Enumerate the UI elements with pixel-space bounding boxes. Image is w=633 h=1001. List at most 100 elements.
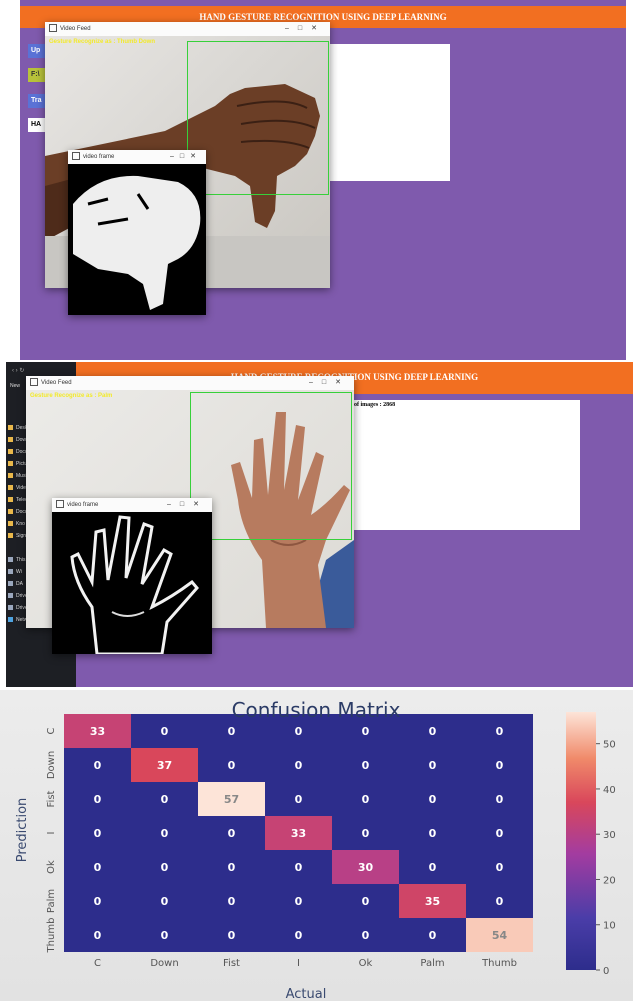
cell-value-label: 0	[429, 759, 437, 772]
colorbar-tick-label: 30	[603, 830, 616, 841]
cell-value-label: 0	[295, 895, 303, 908]
cell-value-label: 0	[94, 861, 102, 874]
window-controls[interactable]: –□✕	[285, 22, 326, 36]
window-controls[interactable]: –□✕	[309, 376, 350, 390]
y-tick-label: I	[46, 832, 57, 835]
cell-value-label: 0	[362, 793, 370, 806]
x-tick-label: Thumb	[481, 958, 517, 969]
window-title: video frame	[67, 502, 99, 508]
x-tick-label: Palm	[420, 958, 444, 969]
gesture-result-overlay: Gesture Recognize as : Palm	[30, 393, 113, 399]
window-title: Video Feed	[60, 26, 91, 32]
colorbar-tick-label: 40	[603, 785, 616, 796]
cell-value-label: 33	[90, 725, 105, 738]
y-tick-label: Thumb	[46, 918, 57, 954]
cell-value-label: 30	[358, 861, 374, 874]
cell-value-label: 0	[362, 929, 370, 942]
cell-value-label: 0	[496, 793, 504, 806]
video-frame-window[interactable]: video frame –□✕	[52, 498, 212, 654]
y-axis-label: Prediction	[15, 798, 30, 863]
cell-value-label: 37	[157, 759, 172, 772]
window-titlebar[interactable]: Video Feed –□✕	[26, 376, 354, 390]
app-icon	[72, 152, 80, 161]
x-axis-label: Actual	[286, 987, 327, 1001]
hand-mask-image	[73, 175, 201, 310]
cell-value-label: 0	[228, 725, 236, 738]
cell-value-label: 0	[161, 895, 169, 908]
cell-value-label: 0	[496, 861, 504, 874]
output-text-area: of images : 2868	[350, 400, 580, 530]
colorbar-tick-label: 10	[603, 921, 616, 932]
x-tick-label: Down	[150, 958, 178, 969]
cell-value-label: 0	[228, 929, 236, 942]
window-controls[interactable]: –□✕	[170, 150, 202, 164]
screenshot-panel-palm: HAND GESTURE RECOGNITION USING DEEP LEAR…	[6, 362, 633, 687]
cell-value-label: 0	[362, 759, 370, 772]
colorbar-tick-label: 20	[603, 875, 616, 886]
cell-value-label: 0	[161, 861, 169, 874]
window-title: Video Feed	[41, 380, 72, 386]
cell-value-label: 0	[94, 759, 102, 772]
colorbar-tick-label: 0	[603, 966, 609, 977]
cell-value-label: 57	[224, 793, 239, 806]
cell-value-label: 0	[295, 861, 303, 874]
x-tick-label: C	[94, 958, 101, 969]
screenshot-panel-thumb-down: HAND GESTURE RECOGNITION USING DEEP LEAR…	[20, 0, 626, 360]
chart-title: Confusion Matrix	[232, 698, 401, 722]
y-tick-label: Fist	[46, 790, 57, 807]
cell-value-label: 0	[295, 929, 303, 942]
cell-value-label: 0	[429, 929, 437, 942]
cell-value-label: 0	[429, 725, 437, 738]
cell-value-label: 0	[161, 793, 169, 806]
cell-value-label: 0	[94, 827, 102, 840]
cell-value-label: 0	[362, 725, 370, 738]
window-title: video frame	[83, 154, 115, 160]
confusion-matrix-panel: 33 0 0 0 0 0 0 0 37 0 0 0 0 0 0 0 57 0 0 0 0 0 0 0 33 0 0 0 0 0 0 0 30 0 0…	[0, 690, 633, 1001]
cell-value-label: 33	[291, 827, 306, 840]
y-tick-label: C	[46, 727, 57, 734]
image-count-text: of images : 2868	[354, 402, 396, 408]
x-tick-label: Ok	[359, 958, 373, 969]
output-text-area	[330, 44, 450, 181]
cell-value-label: 0	[362, 827, 370, 840]
cell-value-label: 0	[429, 793, 437, 806]
cell-value-label: 0	[496, 759, 504, 772]
video-frame-window[interactable]: video frame –□✕	[68, 150, 206, 315]
app-icon	[49, 24, 57, 33]
cell-value-label: 0	[295, 725, 303, 738]
cell-value-label: 0	[362, 895, 370, 908]
cell-value-label: 0	[228, 895, 236, 908]
cell-value-label: 0	[429, 861, 437, 874]
cell-value-label: 35	[425, 895, 440, 908]
x-tick-label: Fist	[223, 958, 240, 969]
cell-value-label: 0	[94, 793, 102, 806]
cell-value-label: 0	[228, 827, 236, 840]
x-tick-label: I	[297, 958, 300, 969]
y-tick-label: Ok	[46, 860, 57, 874]
app-icon	[30, 378, 38, 387]
window-titlebar[interactable]: Video Feed –□✕	[45, 22, 330, 36]
cell-value-label: 0	[94, 929, 102, 942]
cell-value-label: 0	[228, 861, 236, 874]
hand-mask-image	[70, 515, 199, 654]
cell-value-label: 0	[161, 929, 169, 942]
cell-value-label: 0	[496, 827, 504, 840]
confusion-matrix-chart: 33 0 0 0 0 0 0 0 37 0 0 0 0 0 0 0 57 0 0 0 0 0 0 0 33 0 0 0 0 0 0 0 30 0 0…	[15, 698, 616, 1001]
cell-value-label: 0	[161, 725, 169, 738]
cell-value-label: 0	[295, 759, 303, 772]
cell-value-label: 0	[161, 827, 169, 840]
cell-value-label: 0	[496, 725, 504, 738]
cell-value-label: 0	[94, 895, 102, 908]
binary-mask-frame	[52, 512, 212, 654]
colorbar	[566, 712, 596, 970]
binary-mask-frame	[68, 164, 206, 315]
roi-box	[187, 41, 329, 195]
colorbar-tick-label: 50	[603, 740, 616, 751]
gesture-result-overlay: Gesture Recognize as : Thumb Down	[49, 39, 156, 45]
roi-box	[190, 392, 352, 540]
window-titlebar[interactable]: video frame –□✕	[52, 498, 212, 512]
window-titlebar[interactable]: video frame –□✕	[68, 150, 206, 164]
y-tick-label: Palm	[46, 889, 57, 913]
window-controls[interactable]: –□✕	[167, 498, 208, 512]
cell-value-label: 0	[496, 895, 504, 908]
